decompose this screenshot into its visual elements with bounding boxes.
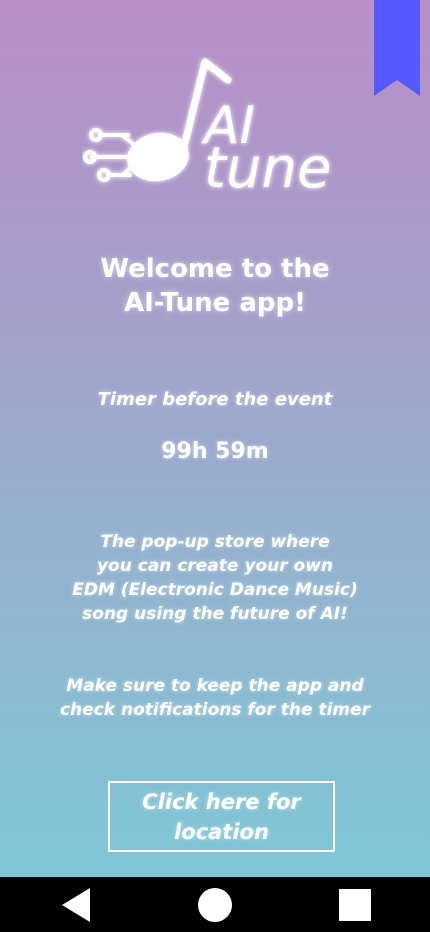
system-navigation-bar (0, 877, 430, 932)
home-button[interactable] (175, 877, 255, 932)
description-line-4: song using the future of AI! (82, 604, 348, 624)
welcome-line-2: AI-Tune app! (124, 288, 306, 318)
note-line-2: check notifications for the timer (59, 700, 371, 720)
triangle-back-icon (62, 887, 90, 922)
bookmark-icon[interactable] (374, 0, 420, 96)
app-screen: AI tune Welcome to the AI-Tune app! Time… (0, 0, 430, 877)
notification-note: Make sure to keep the app and check noti… (0, 674, 430, 722)
location-button-line-1: Click here for (142, 789, 301, 814)
back-button[interactable] (36, 877, 116, 932)
note-line-1: Make sure to keep the app and (66, 676, 364, 696)
description-line-3: EDM (Electronic Dance Music) (72, 580, 358, 600)
location-button[interactable]: Click here for location (108, 781, 335, 852)
square-recents-icon (339, 888, 371, 921)
timer-label: Timer before the event (97, 389, 333, 410)
location-button-line-2: location (174, 819, 269, 844)
store-description: The pop-up store where you can create yo… (0, 530, 430, 626)
timer-value: 99h 59m (161, 439, 269, 464)
ai-tune-logo: AI tune (83, 58, 331, 195)
description-line-1: The pop-up store where (100, 532, 330, 552)
welcome-line-1: Welcome to the (100, 254, 330, 284)
circuit-lines-icon (83, 128, 134, 182)
logo-text-tune: tune (204, 136, 331, 195)
welcome-heading: Welcome to the AI-Tune app! (0, 252, 430, 320)
description-line-2: you can create your own (96, 556, 334, 576)
recents-button[interactable] (315, 877, 395, 932)
circle-home-icon (198, 887, 232, 922)
